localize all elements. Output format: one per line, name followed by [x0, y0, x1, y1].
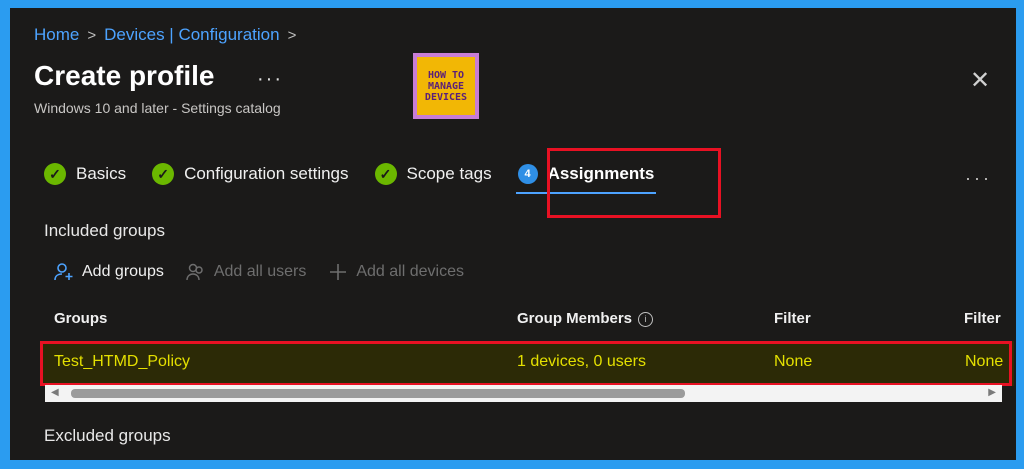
add-all-users-label: Add all users [213, 263, 307, 280]
included-groups-toolbar: Add groups Add all users Add all devices [54, 262, 486, 282]
check-circle-icon: ✓ [44, 163, 66, 185]
tab-label: Configuration settings [184, 164, 349, 183]
tab-basics[interactable]: ✓ Basics [44, 163, 126, 185]
tab-label: Scope tags [406, 164, 492, 183]
scroll-thumb[interactable] [71, 389, 685, 398]
plus-icon [330, 264, 347, 280]
tab-label: Basics [76, 164, 127, 183]
check-circle-icon: ✓ [374, 163, 397, 185]
check-circle-icon: ✓ [152, 163, 175, 185]
create-profile-panel: Home > Devices | Configuration > Create … [10, 8, 1016, 460]
logo-line-3: DEVICES [424, 91, 468, 103]
breadcrumb-devices-link[interactable]: Devices | Configuration [104, 25, 279, 45]
tabs-more-button[interactable]: ··· [965, 168, 992, 189]
htmd-logo: HOW TO MANAGE DEVICES [413, 53, 479, 119]
page-subtitle: Windows 10 and later - Settings catalog [34, 100, 281, 116]
column-header-filter[interactable]: Filter [774, 310, 811, 327]
info-icon[interactable]: i [638, 311, 654, 327]
step-number-badge: 4 [517, 164, 538, 184]
breadcrumb-home-link[interactable]: Home [34, 25, 79, 45]
scroll-right-icon[interactable]: ▶ [988, 387, 996, 398]
chevron-right-icon: > [287, 26, 297, 44]
logo-line-2: MANAGE [427, 80, 465, 92]
scroll-left-icon[interactable]: ◀ [51, 387, 59, 398]
tab-scope-tags[interactable]: ✓ Scope tags [374, 163, 492, 185]
tab-configuration-settings[interactable]: ✓ Configuration settings [152, 163, 349, 185]
add-all-users-button[interactable]: Add all users [186, 262, 307, 282]
page-title: Create profile [34, 60, 215, 91]
more-options-button[interactable]: ··· [257, 68, 283, 91]
breadcrumb: Home > Devices | Configuration > [34, 25, 296, 45]
add-all-devices-button[interactable]: Add all devices [328, 262, 464, 282]
add-group-icon [54, 263, 73, 281]
logo-line-1: HOW TO [427, 69, 465, 81]
column-header-group-members[interactable]: Group Members i [517, 310, 654, 327]
add-all-devices-label: Add all devices [356, 263, 464, 280]
column-header-filter-mode[interactable]: Filter [964, 310, 1001, 327]
column-header-label: Group Members [517, 310, 633, 327]
add-groups-button[interactable]: Add groups [54, 262, 164, 282]
users-icon [186, 263, 203, 281]
assignments-highlight-box [547, 148, 721, 218]
excluded-groups-heading: Excluded groups [44, 426, 171, 445]
row-highlight-box [40, 341, 1012, 386]
chevron-right-icon: > [87, 26, 97, 44]
column-header-groups[interactable]: Groups [54, 310, 107, 327]
horizontal-scrollbar[interactable]: ◀ ▶ [45, 385, 1002, 402]
included-groups-heading: Included groups [44, 221, 165, 240]
close-icon[interactable]: ✕ [970, 66, 990, 95]
add-groups-label: Add groups [82, 263, 164, 280]
